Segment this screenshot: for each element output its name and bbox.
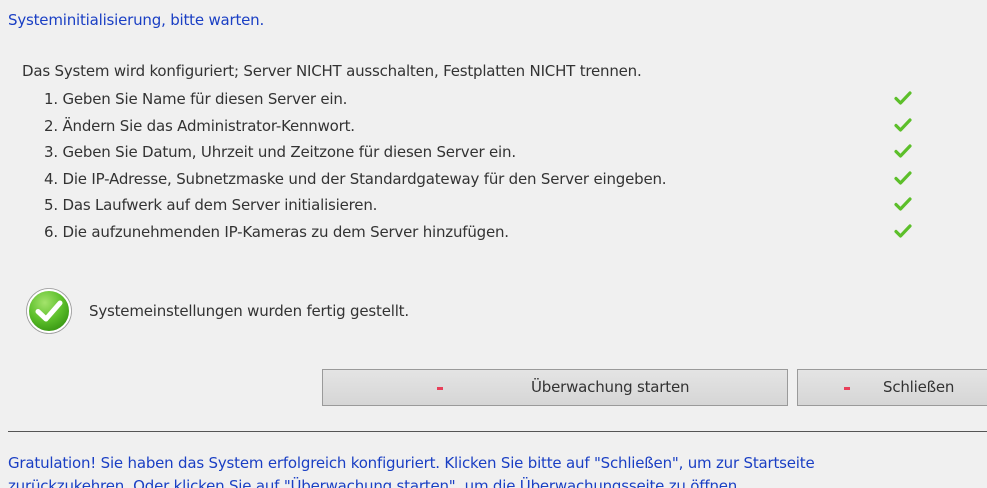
divider [8,431,987,432]
step-label: 6. Die aufzunehmenden IP-Kameras zu dem … [44,222,509,241]
list-item: 2. Ändern Sie das Administrator-Kennwort… [44,115,924,142]
list-item: 4. Die IP-Adresse, Subnetzmaske und der … [44,168,924,195]
intro-text: Das System wird konfiguriert; Server NIC… [22,62,642,80]
checkmark-icon [894,117,912,132]
checkmark-icon [894,197,912,211]
list-item: 5. Das Laufwerk auf dem Server initialis… [44,194,924,221]
bullet-dash-icon [437,387,443,390]
button-label: Schließen [883,378,955,396]
checkmark-icon [894,223,912,238]
footer-message: Gratulation! Sie haben das System erfolg… [8,452,983,488]
checkmark-icon [894,91,912,105]
start-monitoring-button[interactable]: Überwachung starten [322,369,788,406]
step-label: 5. Das Laufwerk auf dem Server initialis… [44,196,378,214]
checkmark-icon [894,144,912,158]
checkmark-icon [894,170,912,185]
step-list: 1. Geben Sie Name für diesen Server ein.… [44,88,924,247]
step-label: 4. Die IP-Adresse, Subnetzmaske und der … [44,169,667,188]
page-title: Systeminitialisierung, bitte warten. [8,11,265,29]
list-item: 1. Geben Sie Name für diesen Server ein. [44,88,924,115]
list-item: 3. Geben Sie Datum, Uhrzeit und Zeitzone… [44,141,924,168]
bullet-dash-icon [844,387,850,390]
footer-line: zurückzukehren. Oder klicken Sie auf "Üb… [8,477,742,488]
footer-line: Gratulation! Sie haben das System erfolg… [8,454,815,472]
step-label: 2. Ändern Sie das Administrator-Kennwort… [44,116,355,135]
step-label: 1. Geben Sie Name für diesen Server ein. [44,90,348,108]
completion-message: Systemeinstellungen wurden fertig gestel… [89,302,409,320]
step-label: 3. Geben Sie Datum, Uhrzeit und Zeitzone… [44,143,516,161]
list-item: 6. Die aufzunehmenden IP-Kameras zu dem … [44,221,924,248]
success-check-icon [26,288,72,334]
close-button[interactable]: Schließen [797,369,987,406]
button-label: Überwachung starten [531,378,690,396]
